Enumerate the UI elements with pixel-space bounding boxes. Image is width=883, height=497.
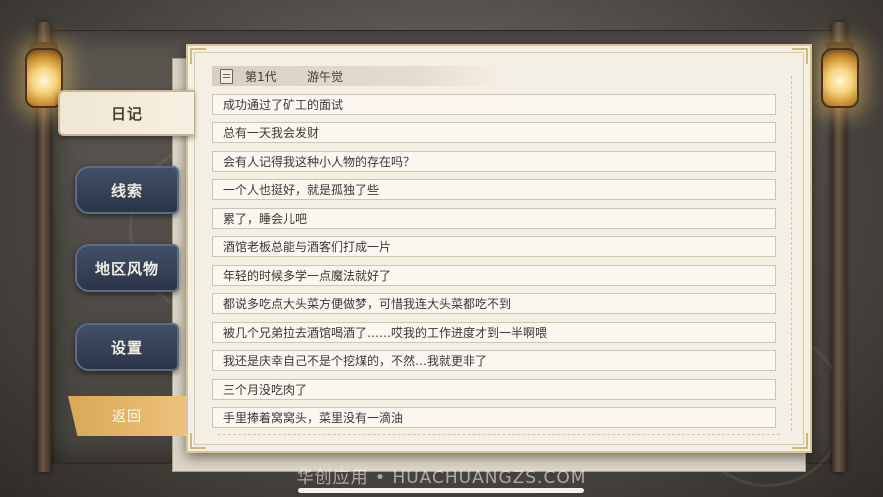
diary-entry[interactable]: 都说多吃点大头菜方便做梦，可惜我连大头菜都吃不到	[212, 293, 776, 314]
diary-entry-text: 三个月没吃肉了	[223, 383, 308, 397]
diary-entry[interactable]: 成功通过了矿工的面试	[212, 94, 776, 115]
diary-entry[interactable]: 一个人也挺好，就是孤独了些	[212, 179, 776, 200]
diary-entry[interactable]: 我还是庆幸自己不是个挖煤的，不然…我就更非了	[212, 350, 776, 371]
diary-entry[interactable]: 酒馆老板总能与酒客们打成一片	[212, 236, 776, 257]
tab-settings-label: 设置	[110, 338, 143, 357]
tab-local-customs-label: 地区风物	[94, 259, 159, 278]
document-icon	[220, 68, 233, 84]
tab-local-customs[interactable]: 地区风物	[75, 244, 179, 292]
diary-entry[interactable]: 三个月没吃肉了	[212, 379, 776, 400]
back-button-label: 返回	[112, 409, 142, 425]
diary-entry-text: 酒馆老板总能与酒客们打成一片	[223, 240, 392, 254]
tab-diary-label: 日记	[110, 104, 143, 123]
corner-ornament	[190, 433, 206, 449]
home-indicator[interactable]	[298, 488, 584, 493]
corner-ornament	[792, 48, 808, 64]
diary-entry[interactable]: 总有一天我会发财	[212, 122, 776, 143]
diary-entry-text: 一个人也挺好，就是孤独了些	[223, 183, 380, 197]
corner-ornament	[792, 433, 808, 449]
diary-entry-text: 累了，睡会儿吧	[223, 212, 308, 226]
diary-header: 第1代 游午觉	[212, 66, 502, 86]
diary-entry[interactable]: 手里捧着窝窝头，菜里没有一滴油	[212, 407, 776, 428]
tab-diary[interactable]: 日记	[58, 90, 194, 136]
diary-entry-text: 我还是庆幸自己不是个挖煤的，不然…我就更非了	[223, 354, 488, 368]
diary-entry-text: 手里捧着窝窝头，菜里没有一滴油	[223, 411, 404, 425]
diary-entry-text: 被几个兄弟拉去酒馆喝酒了……哎我的工作进度才到一半啊喂	[223, 326, 548, 340]
tab-clues[interactable]: 线索	[75, 166, 179, 214]
diary-entry-text: 年轻的时候多学一点魔法就好了	[223, 269, 392, 283]
tab-settings[interactable]: 设置	[75, 323, 179, 371]
watermark: 华创应用 • HUACHUANGZS.COM	[296, 468, 587, 488]
diary-entry-text: 都说多吃点大头菜方便做梦，可惜我连大头菜都吃不到	[223, 297, 512, 311]
lantern-icon	[821, 48, 859, 108]
back-button[interactable]: 返回	[68, 396, 186, 436]
diary-entry[interactable]: 累了，睡会儿吧	[212, 208, 776, 229]
character-name: 游午觉	[307, 69, 344, 84]
diary-entry-text: 总有一天我会发财	[223, 126, 320, 140]
corner-ornament	[190, 48, 206, 64]
diary-entry[interactable]: 会有人记得我这种小人物的存在吗？	[212, 151, 776, 172]
ruler-bottom	[218, 434, 780, 441]
diary-entry[interactable]: 年轻的时候多学一点魔法就好了	[212, 265, 776, 286]
diary-entry-text: 会有人记得我这种小人物的存在吗？	[223, 155, 416, 169]
diary-entry-text: 成功通过了矿工的面试	[223, 98, 344, 112]
tab-clues-label: 线索	[110, 181, 143, 200]
ruler-right	[791, 76, 800, 431]
diary-entry[interactable]: 被几个兄弟拉去酒馆喝酒了……哎我的工作进度才到一半啊喂	[212, 322, 776, 343]
generation-label: 第1代	[245, 69, 277, 84]
